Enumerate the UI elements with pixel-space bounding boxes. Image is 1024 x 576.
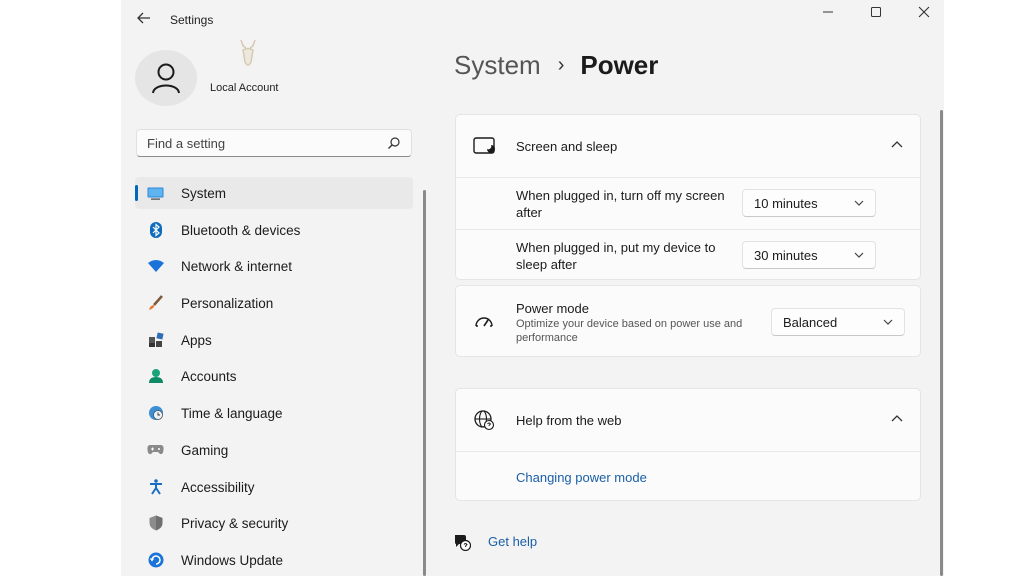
breadcrumb-parent[interactable]: System — [454, 50, 541, 81]
sidebar-item-bluetooth[interactable]: Bluetooth & devices — [135, 214, 413, 246]
get-help-button[interactable]: Get help — [453, 530, 573, 554]
title-bar: Settings — [121, 0, 944, 40]
gamepad-icon — [147, 442, 164, 458]
screen-sleep-card: Screen and sleep When plugged in, turn o… — [455, 114, 921, 280]
main-scrollbar[interactable] — [940, 110, 943, 576]
sidebar-scrollbar[interactable] — [423, 190, 426, 576]
back-button[interactable] — [133, 10, 155, 30]
sleep-row: When plugged in, put my device to sleep … — [456, 229, 920, 280]
sleep-value: 30 minutes — [754, 248, 818, 263]
brush-icon — [147, 295, 164, 311]
system-display-icon — [147, 185, 164, 201]
person-icon — [152, 63, 180, 94]
arrow-left-icon — [137, 12, 150, 24]
chevron-down-icon — [854, 200, 864, 206]
gauge-icon — [475, 317, 493, 327]
globe-help-icon — [474, 410, 495, 431]
sidebar-item-label: Accounts — [181, 369, 237, 385]
sidebar-item-label: Network & internet — [181, 259, 293, 275]
sidebar-nav: System Bluetooth & devices Network & int… — [135, 177, 413, 576]
sidebar-item-personalization[interactable]: Personalization — [135, 287, 413, 319]
settings-window: Settings Local Account Find a setting Sy… — [121, 0, 944, 576]
screen-sleep-title: Screen and sleep — [516, 139, 618, 154]
screen-sleep-icon — [473, 137, 495, 154]
sidebar-item-label: Accessibility — [181, 479, 255, 495]
sidebar-item-gaming[interactable]: Gaming — [135, 434, 413, 466]
search-input[interactable]: Find a setting — [147, 136, 225, 151]
bluetooth-icon — [147, 221, 164, 238]
wifi-icon — [147, 258, 164, 274]
get-help-label: Get help — [488, 534, 538, 549]
maximize-icon — [871, 7, 881, 17]
deer-watermark-icon — [240, 39, 256, 66]
help-title: Help from the web — [516, 413, 622, 428]
power-mode-dropdown[interactable]: Balanced — [771, 308, 905, 336]
minimize-icon — [823, 11, 833, 13]
sleep-label: When plugged in, put my device to sleep … — [516, 240, 716, 272]
accounts-icon — [147, 368, 164, 384]
close-button[interactable] — [909, 4, 939, 24]
breadcrumb: System › Power — [454, 50, 658, 81]
sidebar-item-label: Time & language — [181, 406, 283, 422]
screen-off-row: When plugged in, turn off my screen afte… — [456, 177, 920, 229]
globe-clock-icon — [147, 405, 164, 421]
screen-off-dropdown[interactable]: 10 minutes — [742, 189, 876, 217]
search-box[interactable]: Find a setting — [136, 129, 412, 157]
close-icon — [918, 6, 930, 18]
help-link-row: Changing power mode — [456, 451, 920, 501]
sidebar-item-label: Bluetooth & devices — [181, 222, 301, 238]
sleep-dropdown[interactable]: 30 minutes — [742, 241, 876, 269]
search-icon[interactable] — [387, 136, 401, 150]
page-title: Power — [580, 50, 659, 80]
help-header[interactable]: Help from the web — [456, 389, 920, 451]
screen-off-value: 10 minutes — [754, 196, 818, 211]
sidebar-item-label: Gaming — [181, 442, 229, 458]
help-card: Help from the web Changing power mode — [455, 388, 921, 501]
power-mode-value: Balanced — [783, 315, 838, 330]
sidebar-item-windows-update[interactable]: Windows Update — [135, 544, 413, 576]
get-help-icon — [455, 535, 471, 551]
sidebar-item-network[interactable]: Network & internet — [135, 250, 413, 282]
chevron-down-icon — [854, 252, 864, 258]
power-mode-card: Power mode Optimize your device based on… — [455, 285, 921, 357]
screen-sleep-header[interactable]: Screen and sleep — [456, 115, 920, 177]
sidebar-item-apps[interactable]: Apps — [135, 324, 413, 356]
sidebar-item-privacy-security[interactable]: Privacy & security — [135, 507, 413, 539]
breadcrumb-separator: › — [557, 54, 565, 76]
accessibility-icon — [147, 478, 164, 495]
sidebar-item-label: Personalization — [181, 296, 274, 312]
power-mode-title: Power mode — [516, 301, 589, 316]
sidebar-item-label: Privacy & security — [181, 516, 289, 532]
active-indicator — [135, 185, 138, 201]
sidebar-item-time-language[interactable]: Time & language — [135, 397, 413, 429]
sidebar-item-accessibility[interactable]: Accessibility — [135, 471, 413, 503]
account-name: Local Account — [210, 82, 279, 94]
minimize-button[interactable] — [813, 4, 843, 24]
app-title: Settings — [170, 13, 214, 27]
changing-power-mode-link[interactable]: Changing power mode — [516, 470, 647, 485]
chevron-up-icon[interactable] — [890, 412, 904, 426]
update-icon — [147, 552, 164, 568]
apps-icon — [147, 332, 164, 348]
maximize-button[interactable] — [861, 4, 891, 24]
sidebar-item-label: Windows Update — [181, 552, 284, 568]
sidebar-item-label: System — [181, 186, 227, 201]
sidebar-item-system[interactable]: System — [135, 177, 413, 209]
power-mode-description: Optimize your device based on power use … — [516, 318, 743, 344]
sidebar-item-label: Apps — [181, 332, 212, 348]
chevron-up-icon[interactable] — [890, 138, 904, 152]
shield-icon — [147, 515, 164, 531]
screen-off-label: When plugged in, turn off my screen afte… — [516, 188, 725, 220]
avatar — [135, 50, 197, 106]
sidebar-item-accounts[interactable]: Accounts — [135, 360, 413, 392]
chevron-down-icon — [883, 319, 893, 325]
